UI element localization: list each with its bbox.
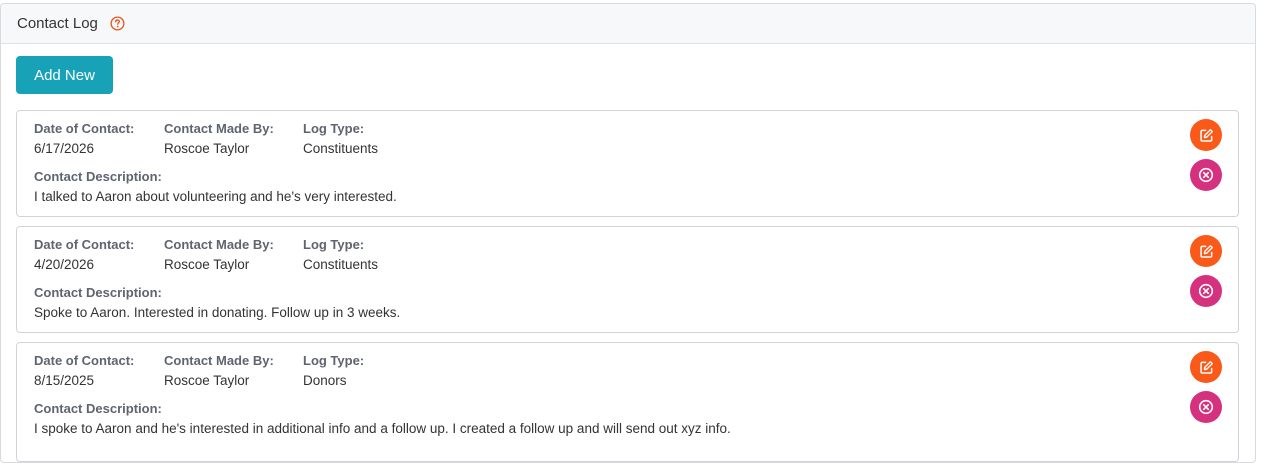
description-label: Contact Description:: [34, 169, 162, 184]
date-label: Date of Contact:: [34, 353, 135, 368]
log-type-value: Constituents: [303, 141, 379, 156]
contact-entries-list: Date of Contact: 6/17/2026 Contact Made …: [16, 110, 1239, 471]
date-field: Date of Contact: 8/15/2025: [34, 353, 134, 388]
made-by-value: Roscoe Taylor: [164, 373, 250, 388]
description-field: Contact Description: Spoke to Aaron. Int…: [34, 285, 400, 320]
date-value: 6/17/2026: [34, 141, 95, 156]
description-value: I spoke to Aaron and he's interested in …: [34, 421, 731, 436]
made-by-value: Roscoe Taylor: [164, 141, 250, 156]
description-label: Contact Description:: [34, 285, 162, 300]
contact-entry: Date of Contact: 8/15/2025 Contact Made …: [16, 342, 1239, 462]
log-type-field: Log Type: Constituents: [303, 237, 378, 272]
panel-title: Contact Log: [17, 15, 98, 32]
edit-icon: [1199, 128, 1213, 142]
contact-entry: Date of Contact: 4/20/2026 Contact Made …: [16, 226, 1239, 333]
edit-icon: [1199, 244, 1213, 258]
description-field: Contact Description: I spoke to Aaron an…: [34, 401, 731, 436]
made-by-field: Contact Made By: Roscoe Taylor: [164, 353, 274, 388]
date-label: Date of Contact:: [34, 237, 135, 252]
log-type-field: Log Type: Constituents: [303, 121, 378, 156]
delete-button[interactable]: [1190, 275, 1222, 307]
delete-circle-x-icon: [1198, 167, 1214, 183]
edit-button[interactable]: [1190, 351, 1222, 383]
log-type-value: Donors: [303, 373, 347, 388]
date-field: Date of Contact: 6/17/2026: [34, 121, 134, 156]
log-type-value: Constituents: [303, 257, 379, 272]
log-type-label: Log Type:: [303, 121, 365, 136]
panel-header: Contact Log: [1, 4, 1255, 44]
date-value: 4/20/2026: [34, 257, 95, 272]
log-type-field: Log Type: Donors: [303, 353, 364, 388]
question-circle-icon[interactable]: [110, 16, 126, 32]
description-value: Spoke to Aaron. Interested in donating. …: [34, 305, 401, 320]
log-type-label: Log Type:: [303, 353, 365, 368]
delete-button[interactable]: [1190, 159, 1222, 191]
made-by-field: Contact Made By: Roscoe Taylor: [164, 121, 274, 156]
description-label: Contact Description:: [34, 401, 162, 416]
edit-button[interactable]: [1190, 119, 1222, 151]
delete-button[interactable]: [1190, 391, 1222, 423]
edit-icon: [1199, 360, 1213, 374]
description-value: I talked to Aaron about volunteering and…: [34, 189, 397, 204]
made-by-field: Contact Made By: Roscoe Taylor: [164, 237, 274, 272]
made-by-label: Contact Made By:: [164, 353, 274, 368]
delete-circle-x-icon: [1198, 283, 1214, 299]
date-value: 8/15/2025: [34, 373, 95, 388]
date-field: Date of Contact: 4/20/2026: [34, 237, 134, 272]
contact-entry: Date of Contact: 6/17/2026 Contact Made …: [16, 110, 1239, 217]
made-by-label: Contact Made By:: [164, 121, 274, 136]
edit-button[interactable]: [1190, 235, 1222, 267]
description-field: Contact Description: I talked to Aaron a…: [34, 169, 397, 204]
date-label: Date of Contact:: [34, 121, 135, 136]
made-by-value: Roscoe Taylor: [164, 257, 250, 272]
log-type-label: Log Type:: [303, 237, 365, 252]
delete-circle-x-icon: [1198, 399, 1214, 415]
made-by-label: Contact Made By:: [164, 237, 274, 252]
add-new-button[interactable]: Add New: [16, 56, 113, 94]
